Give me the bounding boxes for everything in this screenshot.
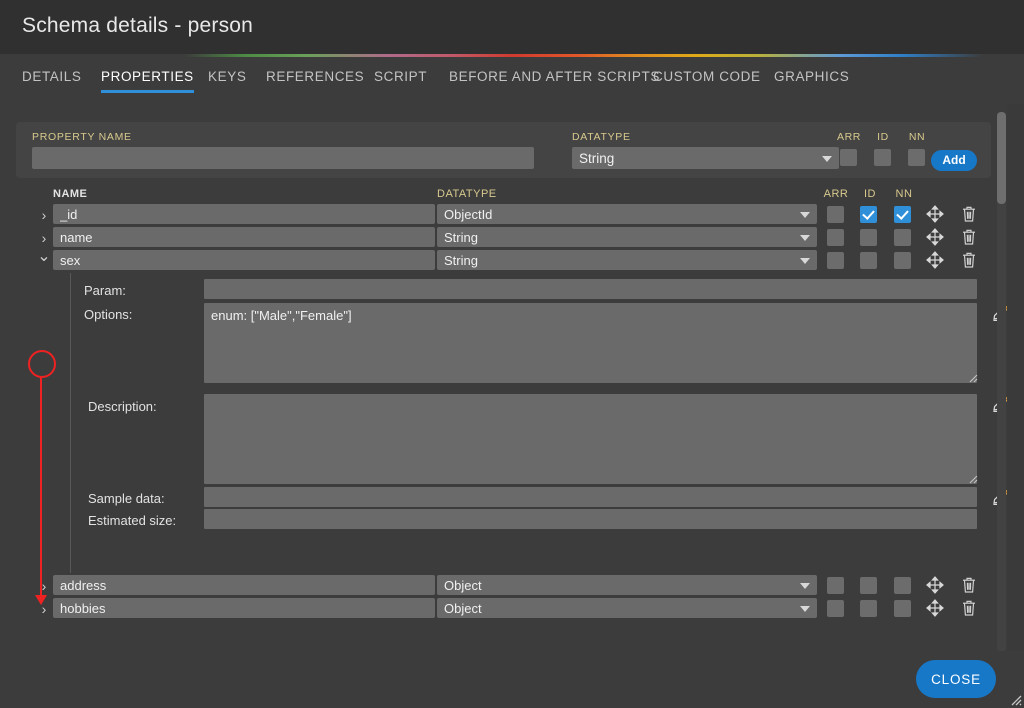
param-label: Param: (84, 283, 126, 298)
row-arr-checkbox[interactable] (827, 577, 844, 594)
sample-data-input[interactable] (204, 487, 977, 507)
description-label: Description: (88, 399, 157, 414)
trash-icon[interactable] (959, 576, 979, 594)
trash-icon[interactable] (959, 599, 979, 617)
trash-icon[interactable] (959, 251, 979, 269)
arr-column-label: ARR (835, 131, 863, 143)
properties-panel: PROPERTY NAME DATATYPE ARR ID NN Add NAM… (0, 104, 1024, 651)
row-nn-checkbox[interactable] (894, 577, 911, 594)
header-nn: NN (890, 188, 918, 200)
row-name-input[interactable] (53, 598, 435, 618)
scrollbar-thumb[interactable] (997, 112, 1006, 204)
add-arr-checkbox[interactable] (840, 149, 857, 166)
row-name-input[interactable] (53, 575, 435, 595)
row-arr-checkbox[interactable] (827, 600, 844, 617)
tab-properties[interactable]: PROPERTIES (101, 69, 194, 93)
row-datatype-select[interactable] (437, 575, 817, 595)
header-name: NAME (53, 188, 87, 200)
trash-icon[interactable] (959, 205, 979, 223)
row-arr-checkbox[interactable] (827, 252, 844, 269)
add-nn-checkbox[interactable] (908, 149, 925, 166)
property-detail-panel: Param: Options: enum: ["Male","Female"] Des… (40, 273, 991, 575)
table-row: › (30, 575, 991, 597)
row-name-input[interactable] (53, 204, 435, 224)
row-datatype-select[interactable] (437, 204, 817, 224)
chevron-down-icon[interactable]: ⌄ (36, 249, 52, 265)
properties-grid: NAME DATATYPE ARR ID NN › › ⌄ Param: Options… (30, 188, 991, 621)
grid-header-row: NAME DATATYPE ARR ID NN (30, 188, 991, 204)
tab-details[interactable]: DETAILS (22, 69, 81, 93)
table-row: › (30, 227, 991, 249)
property-name-label: PROPERTY NAME (32, 131, 132, 143)
tab-before-and-after-scripts[interactable]: BEFORE AND AFTER SCRIPTS (449, 69, 660, 93)
scrollbar-track-outer (1007, 104, 1024, 651)
row-name-input[interactable] (53, 250, 435, 270)
schema-details-dialog: Schema details - person DETAILS PROPERTIE… (0, 0, 1024, 708)
tab-custom-code[interactable]: CUSTOM CODE (653, 69, 761, 93)
move-icon[interactable] (925, 576, 945, 594)
param-input[interactable] (204, 279, 977, 299)
page-title: Schema details - person (22, 14, 253, 38)
move-icon[interactable] (925, 599, 945, 617)
chevron-right-icon[interactable]: › (36, 578, 52, 594)
header-id: ID (856, 188, 884, 200)
row-id-checkbox[interactable] (860, 577, 877, 594)
row-nn-checkbox[interactable] (894, 229, 911, 246)
chevron-right-icon[interactable]: › (36, 230, 52, 246)
description-textarea[interactable] (204, 394, 977, 484)
add-id-checkbox[interactable] (874, 149, 891, 166)
move-icon[interactable] (925, 228, 945, 246)
table-row: ⌄ (30, 250, 991, 272)
id-column-label: ID (869, 131, 897, 143)
vertical-scrollbar[interactable] (997, 112, 1006, 652)
row-nn-checkbox[interactable] (894, 206, 911, 223)
window-resize-grip[interactable] (1008, 692, 1022, 706)
chevron-right-icon[interactable]: › (36, 601, 52, 617)
row-id-checkbox[interactable] (860, 600, 877, 617)
row-nn-checkbox[interactable] (894, 252, 911, 269)
detail-spine (70, 273, 71, 573)
tab-graphics[interactable]: GRAPHICS (774, 69, 849, 93)
row-id-checkbox[interactable] (860, 206, 877, 223)
trash-icon[interactable] (959, 228, 979, 246)
tab-keys[interactable]: KEYS (208, 69, 246, 93)
row-id-checkbox[interactable] (860, 229, 877, 246)
tab-script[interactable]: SCRIPT (374, 69, 427, 93)
sample-data-label: Sample data: (88, 491, 165, 506)
tab-bar: DETAILS PROPERTIES KEYS REFERENCES SCRIPT BEF… (0, 57, 1024, 104)
row-arr-checkbox[interactable] (827, 206, 844, 223)
header-arr: ARR (822, 188, 850, 200)
row-nn-checkbox[interactable] (894, 600, 911, 617)
datatype-label: DATATYPE (572, 131, 631, 143)
row-datatype-select[interactable] (437, 250, 817, 270)
add-property-bar: PROPERTY NAME DATATYPE ARR ID NN Add (16, 122, 991, 178)
estimated-size-label: Estimated size: (88, 513, 176, 528)
row-datatype-select[interactable] (437, 227, 817, 247)
table-row: › (30, 204, 991, 226)
header-datatype: DATATYPE (437, 188, 497, 200)
row-datatype-select[interactable] (437, 598, 817, 618)
table-row: › (30, 598, 991, 620)
nn-column-label: NN (903, 131, 931, 143)
options-label: Options: (84, 307, 132, 322)
row-id-checkbox[interactable] (860, 252, 877, 269)
estimated-size-input[interactable] (204, 509, 977, 529)
title-bar: Schema details - person (0, 0, 1024, 55)
add-button[interactable]: Add (931, 150, 977, 171)
chevron-right-icon[interactable]: › (36, 207, 52, 223)
row-arr-checkbox[interactable] (827, 229, 844, 246)
tab-references[interactable]: REFERENCES (266, 69, 364, 93)
close-button[interactable]: CLOSE (916, 660, 996, 698)
move-icon[interactable] (925, 205, 945, 223)
property-name-input[interactable] (32, 147, 534, 169)
footer-bar: CLOSE (0, 651, 1024, 708)
row-name-input[interactable] (53, 227, 435, 247)
options-textarea[interactable]: enum: ["Male","Female"] (204, 303, 977, 383)
move-icon[interactable] (925, 251, 945, 269)
datatype-select[interactable] (572, 147, 839, 169)
